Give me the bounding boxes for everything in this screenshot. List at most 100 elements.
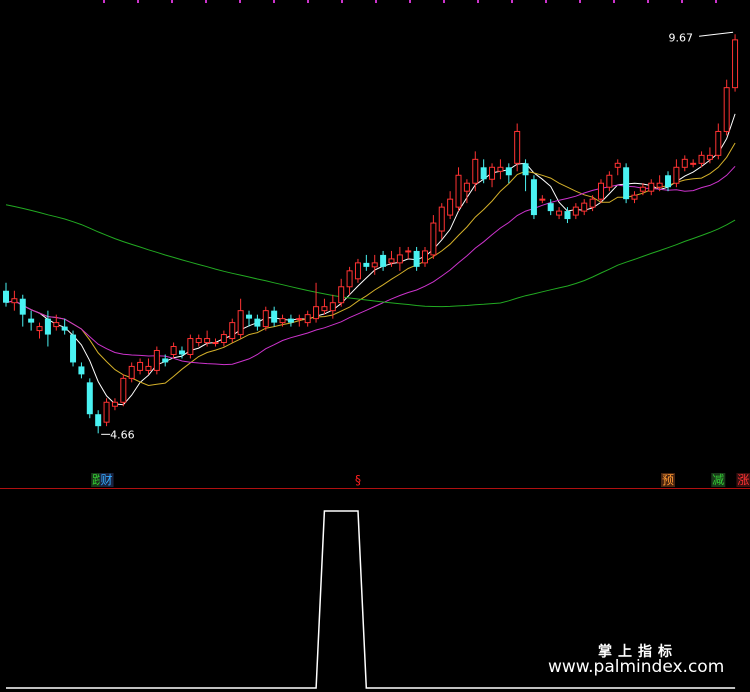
candle-body bbox=[681, 158, 688, 168]
candle-body bbox=[329, 302, 336, 312]
candle bbox=[187, 334, 194, 359]
candle-body bbox=[271, 310, 278, 323]
candle-body bbox=[422, 250, 428, 264]
candle bbox=[648, 179, 655, 196]
candle-body bbox=[723, 87, 730, 132]
ma-line bbox=[5, 113, 736, 406]
candle-body bbox=[673, 166, 680, 184]
candle-body bbox=[472, 158, 479, 184]
candle-body bbox=[346, 270, 353, 288]
candle-body bbox=[363, 262, 370, 267]
candle-body bbox=[656, 182, 663, 188]
candle-body bbox=[304, 314, 311, 324]
candle bbox=[455, 167, 462, 212]
candle-body bbox=[430, 222, 437, 256]
candle-body bbox=[128, 365, 135, 379]
candle bbox=[137, 358, 144, 375]
candlestick-series bbox=[3, 34, 739, 434]
ma-line bbox=[5, 204, 736, 308]
candle-body bbox=[61, 326, 68, 331]
candle bbox=[472, 151, 479, 192]
candle bbox=[229, 318, 236, 343]
candle bbox=[354, 258, 361, 283]
candle bbox=[11, 290, 18, 311]
candle-body bbox=[405, 250, 412, 253]
candle bbox=[262, 306, 269, 331]
candle-body bbox=[162, 358, 169, 363]
candle-body bbox=[246, 314, 253, 319]
candle-body bbox=[237, 310, 244, 336]
signal-badge-label: 减 bbox=[712, 473, 724, 487]
candle-body bbox=[145, 365, 152, 371]
candle bbox=[28, 310, 35, 331]
signal-badge: § bbox=[350, 473, 365, 487]
candle-body bbox=[639, 186, 646, 192]
candle bbox=[497, 159, 504, 180]
candle-body bbox=[564, 211, 571, 220]
candle-body bbox=[321, 306, 328, 312]
candle-body bbox=[623, 167, 630, 200]
candle bbox=[489, 163, 496, 188]
candle-body bbox=[690, 162, 697, 165]
candle-body bbox=[614, 162, 621, 168]
candle-body bbox=[413, 250, 420, 267]
candle-body bbox=[178, 350, 185, 355]
candle bbox=[530, 175, 537, 220]
candle-body bbox=[287, 318, 294, 323]
signal-badge-label: § bbox=[355, 473, 361, 487]
candle bbox=[61, 318, 68, 335]
candle bbox=[438, 203, 445, 239]
candle-body bbox=[706, 154, 713, 160]
candle bbox=[396, 246, 403, 271]
candle-body bbox=[103, 401, 110, 423]
candle bbox=[623, 163, 630, 204]
signal-badge-label: 预 bbox=[662, 473, 674, 487]
candle bbox=[447, 191, 454, 220]
candle-body bbox=[497, 166, 504, 172]
candle-body bbox=[70, 334, 77, 363]
candle bbox=[195, 334, 202, 347]
candle-body bbox=[447, 198, 454, 216]
candle-body bbox=[514, 130, 521, 164]
signal-badge-label: 涨 bbox=[737, 472, 749, 487]
candle bbox=[237, 298, 244, 339]
candle bbox=[505, 163, 512, 184]
stock-chart: 9.674.66 跌财 § 预减涨 bbox=[0, 0, 750, 689]
candle bbox=[246, 310, 253, 327]
candle bbox=[572, 203, 579, 220]
candle bbox=[346, 266, 353, 295]
candle-body bbox=[19, 298, 26, 315]
candle-body bbox=[530, 179, 537, 216]
candle-body bbox=[313, 306, 320, 320]
candle bbox=[413, 246, 420, 271]
candle-body bbox=[698, 154, 705, 164]
candle bbox=[673, 159, 680, 188]
signal-badge: 财 bbox=[99, 473, 114, 487]
candle-body bbox=[455, 174, 462, 208]
candle-body bbox=[195, 338, 202, 344]
candle bbox=[422, 246, 428, 267]
candle bbox=[153, 346, 160, 375]
candle-body bbox=[463, 182, 470, 192]
candle bbox=[522, 159, 529, 192]
candle bbox=[380, 250, 387, 271]
candle bbox=[581, 199, 588, 216]
candle-body bbox=[220, 334, 227, 344]
price-labels: 9.67 4.66 bbox=[101, 31, 734, 441]
candle-body bbox=[86, 382, 93, 415]
candle-body bbox=[606, 174, 613, 188]
watermark-url: www.palmindex.com bbox=[548, 657, 725, 677]
candle-body bbox=[371, 262, 378, 268]
candle-body bbox=[338, 286, 345, 304]
top-tick-marks bbox=[103, 0, 717, 3]
candle bbox=[120, 374, 127, 407]
candle bbox=[631, 191, 638, 204]
candle-body bbox=[170, 346, 177, 355]
candle-body bbox=[229, 322, 236, 340]
candle-body bbox=[715, 130, 722, 156]
signal-badges: 跌财 § 预减涨 bbox=[91, 472, 750, 487]
candle bbox=[70, 330, 77, 367]
candle bbox=[271, 306, 278, 327]
candle-body bbox=[556, 210, 563, 216]
candle-body bbox=[665, 175, 672, 188]
